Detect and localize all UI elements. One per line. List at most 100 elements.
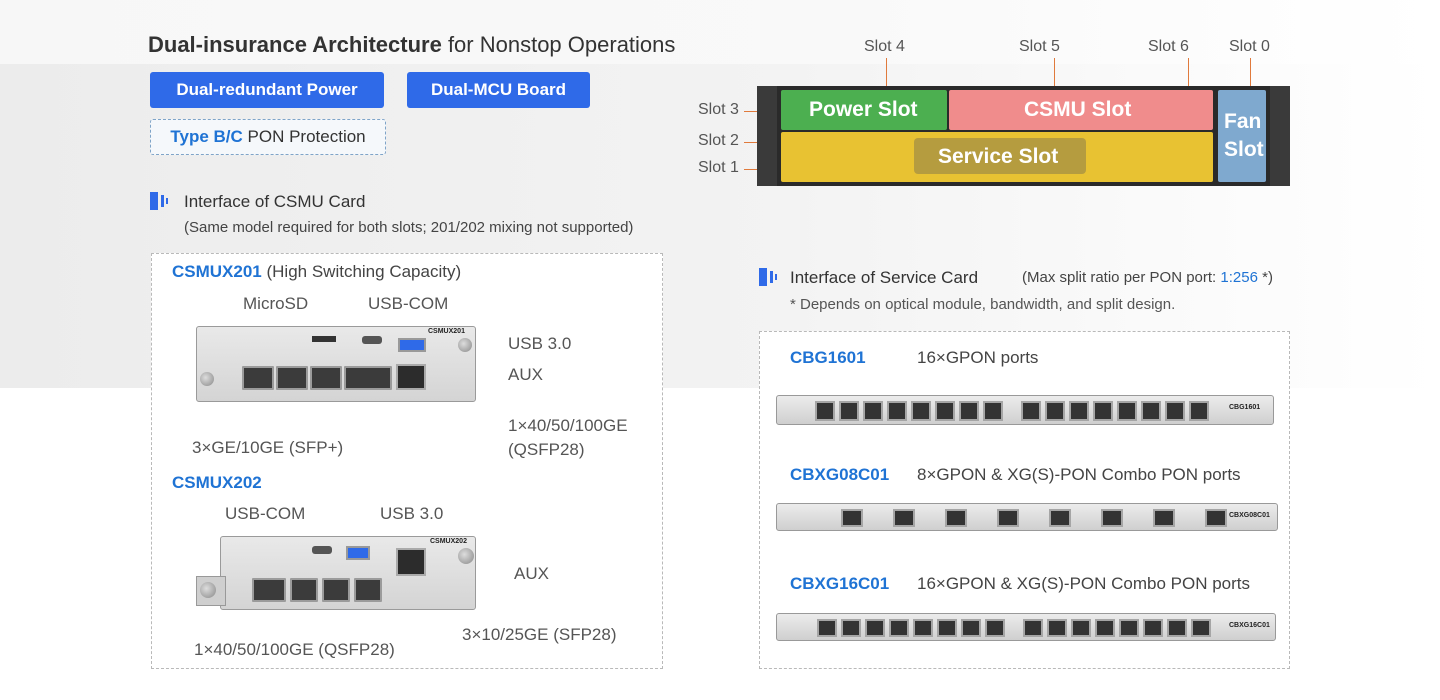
pon-port <box>1189 401 1209 421</box>
service-card-1-desc: 16×GPON ports <box>917 348 1039 367</box>
pon-port <box>1093 401 1113 421</box>
tag-dual-mcu: Dual-MCU Board <box>407 72 590 108</box>
pon-port <box>1117 401 1137 421</box>
pon-port <box>1153 509 1175 527</box>
pon-port <box>1049 509 1071 527</box>
service-heading: Interface of Service Card <box>790 268 979 287</box>
callout-usb3-202: USB 3.0 <box>380 504 444 523</box>
service-card-3-model: CBXG16C01 <box>790 574 890 593</box>
pon-port <box>841 619 861 637</box>
pon-port <box>893 509 915 527</box>
pon-port <box>913 619 933 637</box>
callout-usb3-201: USB 3.0 <box>508 334 572 353</box>
pon-port <box>945 509 967 527</box>
pon-port <box>985 619 1005 637</box>
slot-label-3: Slot 3 <box>698 101 739 118</box>
pon-port <box>959 401 979 421</box>
csmux202-model: CSMUX202 <box>172 473 262 492</box>
service-slot-label: Service Slot <box>938 145 1059 168</box>
callout-microsd: MicroSD <box>243 294 309 313</box>
power-slot-label: Power Slot <box>809 98 918 121</box>
pon-port <box>1205 509 1227 527</box>
csmux201-card-image: CSMUX201 <box>196 326 476 402</box>
slot-label-4: Slot 4 <box>864 38 905 55</box>
csmux201-title: CSMUX201 (High Switching Capacity) <box>172 262 461 282</box>
service-card-1-model: CBG1601 <box>790 348 866 367</box>
service-split-ratio: (Max split ratio per PON port: 1:256 *) <box>1022 269 1273 286</box>
pon-port <box>961 619 981 637</box>
page-title: Dual-insurance Architecture for Nonstop … <box>148 32 675 58</box>
service-card-2-image: CBXG08C01 <box>776 503 1278 531</box>
callout-qsfp-201-line1: 1×40/50/100GE <box>508 416 628 435</box>
split-prefix: (Max split ratio per PON port: <box>1022 269 1221 286</box>
split-value: 1:256 <box>1220 269 1258 286</box>
service-footnote: * Depends on optical module, bandwidth, … <box>790 296 1176 313</box>
service-card-3-image: CBXG16C01 <box>776 613 1276 641</box>
pon-port <box>997 509 1019 527</box>
fan-slot <box>1218 90 1266 182</box>
callout-qsfp-202: 1×40/50/100GE (QSFP28) <box>194 640 395 659</box>
callout-aux-201: AUX <box>508 365 543 384</box>
pon-port <box>1071 619 1091 637</box>
service-card-2-silk: CBXG08C01 <box>1229 512 1270 519</box>
rack-ear-left <box>757 86 777 186</box>
pon-port <box>863 401 883 421</box>
pon-port <box>815 401 835 421</box>
pon-port <box>1069 401 1089 421</box>
callout-usbcom-202: USB-COM <box>225 504 306 523</box>
callout-qsfp-201-line2: (QSFP28) <box>508 440 585 459</box>
pon-port <box>1045 401 1065 421</box>
service-card-3-desc: 16×GPON & XG(S)-PON Combo PON ports <box>917 574 1251 593</box>
service-card-2-model: CBXG08C01 <box>790 465 890 484</box>
pon-port <box>983 401 1003 421</box>
service-card-1-silk: CBG1601 <box>1229 404 1261 411</box>
slot-label-5: Slot 5 <box>1019 38 1060 55</box>
pon-port <box>1191 619 1211 637</box>
pon-port <box>1167 619 1187 637</box>
pon-port <box>889 619 909 637</box>
csmux201-model: CSMUX201 <box>172 262 262 281</box>
csmux201-silk: CSMUX201 <box>428 328 465 335</box>
slot-label-2: Slot 2 <box>698 132 739 149</box>
pon-port <box>911 401 931 421</box>
pon-port <box>817 619 837 637</box>
pon-port <box>1165 401 1185 421</box>
callout-aux-202: AUX <box>514 564 549 583</box>
pon-port <box>1023 619 1043 637</box>
fan-slot-label-2: Slot <box>1224 138 1264 161</box>
pon-port <box>1143 619 1163 637</box>
split-suffix: *) <box>1257 269 1273 286</box>
pon-port <box>1119 619 1139 637</box>
csmu-note: (Same model required for both slots; 201… <box>184 219 634 236</box>
service-card-3-silk: CBXG16C01 <box>1229 622 1270 629</box>
pon-port <box>1047 619 1067 637</box>
service-card-2-desc: 8×GPON & XG(S)-PON Combo PON ports <box>917 465 1241 484</box>
tag-pon-protection: Type B/C PON Protection <box>150 119 386 155</box>
pon-port <box>1095 619 1115 637</box>
pon-port <box>937 619 957 637</box>
pon-port <box>1101 509 1123 527</box>
pon-port <box>839 401 859 421</box>
csmux202-silk: CSMUX202 <box>430 538 467 545</box>
service-heading-icon <box>759 268 779 286</box>
service-card-1-image: CBG1601 <box>776 395 1274 425</box>
pon-port <box>841 509 863 527</box>
slot-label-1: Slot 1 <box>698 159 739 176</box>
callout-sfp28-202: 3×10/25GE (SFP28) <box>462 625 617 644</box>
tag-dual-power: Dual-redundant Power <box>150 72 384 108</box>
pon-port <box>887 401 907 421</box>
chassis-diagram: Slot 4 Slot 5 Slot 6 Slot 0 Slot 3 Slot … <box>690 36 1310 226</box>
csmu-slot-label: CSMU Slot <box>1024 98 1132 121</box>
csmu-heading-icon <box>150 192 170 210</box>
rack-ear-right <box>1270 86 1290 186</box>
csmux201-desc: (High Switching Capacity) <box>261 262 462 281</box>
csmux202-card-image: CSMUX202 <box>196 536 476 610</box>
title-rest: for Nonstop Operations <box>441 32 676 57</box>
csmu-heading: Interface of CSMU Card <box>184 192 366 211</box>
slot-label-0: Slot 0 <box>1229 38 1270 55</box>
tag-pon-highlight: Type B/C <box>170 127 243 146</box>
tag-pon-rest: PON Protection <box>242 127 366 146</box>
title-bold: Dual-insurance Architecture <box>148 32 442 57</box>
callout-sfp-201: 3×GE/10GE (SFP+) <box>192 438 344 457</box>
pon-port <box>1141 401 1161 421</box>
